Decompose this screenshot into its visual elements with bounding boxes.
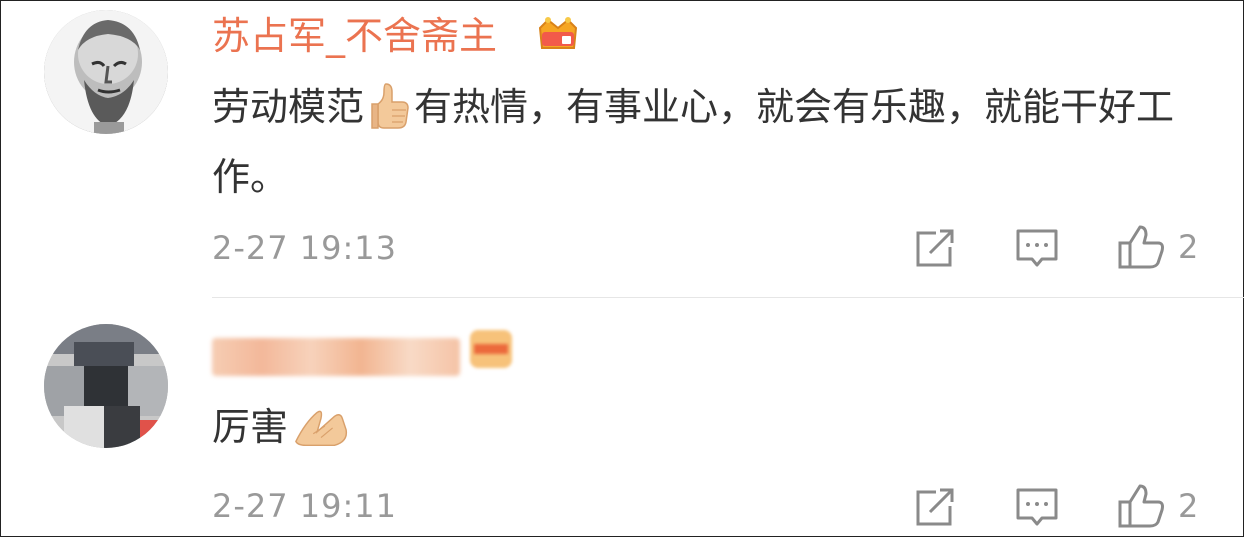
comment-text-part: 劳动模范 xyxy=(212,85,365,129)
comment-text-part: 厉害 xyxy=(212,405,289,449)
comment-icon[interactable] xyxy=(1014,223,1060,271)
comment-icon[interactable] xyxy=(1014,482,1060,530)
username[interactable]: 苏占军_不舍斋主 xyxy=(212,13,497,59)
member-badge-icon[interactable] xyxy=(466,324,516,372)
forward-icon[interactable] xyxy=(912,482,956,530)
comment-text: 劳动模范 有热情，有事业心，就会有乐趣，就能干好工作。 xyxy=(212,72,1192,212)
comment-item: 苏占军_不舍斋主 劳动模范 有热情，有事业心，就会有乐趣，就能干好工作。 2-2… xyxy=(0,0,1244,298)
praying-hands-emoji xyxy=(295,410,348,446)
like-icon[interactable] xyxy=(1116,223,1166,271)
blurred-avatar-image xyxy=(44,324,168,448)
thumbs-up-emoji xyxy=(371,82,409,129)
avatar[interactable] xyxy=(44,324,168,448)
like-count: 2 xyxy=(1178,487,1199,525)
blurred-username[interactable] xyxy=(212,338,460,376)
comment-text: 厉害 xyxy=(212,392,1192,462)
crown-badge-icon[interactable] xyxy=(536,14,580,54)
comment-actions: 2 xyxy=(0,482,1244,530)
forward-icon[interactable] xyxy=(912,223,956,271)
like-icon[interactable] xyxy=(1116,482,1166,530)
comment-item: 厉害 2-27 19:11 2 xyxy=(0,298,1244,537)
like-count: 2 xyxy=(1178,228,1199,266)
avatar[interactable] xyxy=(44,10,168,134)
comment-actions: 2 xyxy=(0,223,1244,271)
bust-portrait-image xyxy=(44,10,168,134)
